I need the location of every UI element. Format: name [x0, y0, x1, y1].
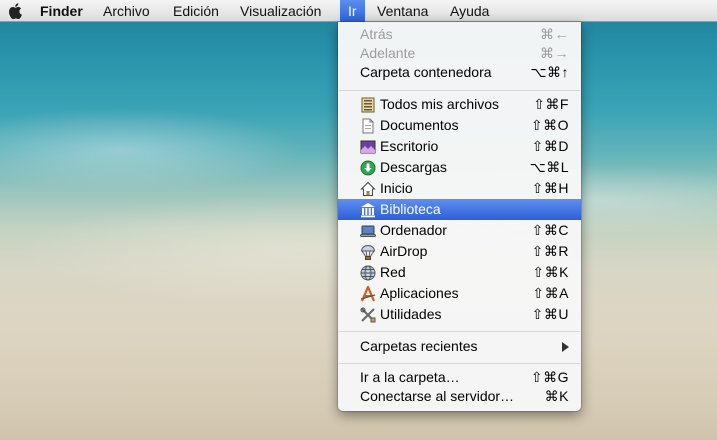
- menu-item-label: Escritorio: [380, 138, 439, 154]
- utilities-icon: [360, 307, 376, 323]
- menu-archivo[interactable]: Archivo: [103, 0, 150, 22]
- menu-item-home[interactable]: Inicio ⇧⌘H: [338, 178, 581, 199]
- airdrop-icon: [360, 245, 376, 260]
- submenu-arrow-icon: [562, 342, 569, 352]
- shortcut: ⌥⌘L: [529, 159, 569, 175]
- applications-icon: [360, 286, 376, 302]
- menu-separator: [339, 331, 580, 332]
- apple-icon[interactable]: [8, 3, 22, 19]
- menu-item-airdrop[interactable]: AirDrop ⇧⌘R: [338, 241, 581, 262]
- shortcut: ⌘→: [540, 45, 569, 61]
- menu-item-library[interactable]: Biblioteca: [338, 199, 581, 220]
- home-icon: [360, 181, 376, 196]
- menu-item-label: Conectarse al servidor…: [360, 388, 515, 404]
- menu-item-label: Red: [380, 264, 406, 280]
- shortcut: ⇧⌘U: [531, 306, 569, 322]
- shortcut: ⇧⌘H: [531, 180, 569, 196]
- menu-separator: [339, 90, 580, 91]
- menu-finder[interactable]: Finder: [40, 0, 83, 22]
- shortcut: ⇧⌘O: [530, 117, 569, 133]
- shortcut: ⇧⌘A: [532, 285, 569, 301]
- menu-item-label: Documentos: [380, 117, 459, 133]
- menu-item-label: Atrás: [360, 26, 393, 42]
- shortcut: ⌘K: [544, 388, 569, 404]
- shortcut: ⇧⌘G: [530, 369, 569, 385]
- menu-item-label: Todos mis archivos: [380, 96, 500, 112]
- shortcut: ⇧⌘C: [531, 222, 569, 238]
- menu-item-label: Ordenador: [380, 222, 447, 238]
- menu-item-label: Ir a la carpeta…: [360, 369, 460, 385]
- menu-item-computer[interactable]: Ordenador ⇧⌘C: [338, 220, 581, 241]
- shortcut: ⇧⌘R: [531, 243, 569, 259]
- menu-item-utilities[interactable]: Utilidades ⇧⌘U: [338, 304, 581, 325]
- menu-ir[interactable]: Ir: [340, 0, 365, 22]
- menu-visualizacion[interactable]: Visualización: [240, 0, 321, 22]
- menu-item-label: Aplicaciones: [380, 285, 459, 301]
- computer-icon: [360, 225, 376, 237]
- menu-item-recent-folders[interactable]: Carpetas recientes: [338, 336, 581, 357]
- menu-edicion[interactable]: Edición: [173, 0, 219, 22]
- menu-item-label: Utilidades: [380, 306, 442, 322]
- menu-item-connect-server[interactable]: Conectarse al servidor… ⌘K: [338, 386, 581, 407]
- menu-item-documents[interactable]: Documentos ⇧⌘O: [338, 115, 581, 136]
- go-menu-dropdown: Atrás ⌘← Adelante ⌘→ Carpeta contenedora…: [338, 22, 581, 411]
- shortcut: ⇧⌘D: [531, 138, 569, 154]
- menu-item-label: Adelante: [360, 45, 416, 61]
- menu-item-label: Biblioteca: [380, 201, 441, 217]
- menu-item-label: Descargas: [380, 159, 447, 175]
- menu-item-go-to-folder[interactable]: Ir a la carpeta… ⇧⌘G: [338, 367, 581, 388]
- menu-item-back[interactable]: Atrás ⌘←: [338, 24, 581, 45]
- menu-item-applications[interactable]: Aplicaciones ⇧⌘A: [338, 283, 581, 304]
- menu-item-downloads[interactable]: Descargas ⌥⌘L: [338, 157, 581, 178]
- documents-icon: [362, 118, 374, 134]
- all-files-icon: [361, 97, 375, 113]
- menu-item-all-files[interactable]: Todos mis archivos ⇧⌘F: [338, 94, 581, 115]
- downloads-icon: [360, 160, 376, 176]
- menu-item-network[interactable]: Red ⇧⌘K: [338, 262, 581, 283]
- shortcut: ⌘←: [540, 26, 569, 42]
- menu-ventana[interactable]: Ventana: [377, 0, 428, 22]
- desktop-icon: [360, 140, 376, 154]
- menu-item-enclosing-folder[interactable]: Carpeta contenedora ⌥⌘↑: [338, 62, 581, 83]
- menu-item-forward[interactable]: Adelante ⌘→: [338, 43, 581, 64]
- menu-item-label: Carpetas recientes: [360, 338, 478, 354]
- menu-item-label: Carpeta contenedora: [360, 64, 492, 80]
- shortcut: ⌥⌘↑: [530, 64, 569, 80]
- menu-item-label: Inicio: [380, 180, 413, 196]
- menu-separator: [339, 363, 580, 364]
- menu-item-label: AirDrop: [380, 243, 428, 259]
- menu-item-desktop[interactable]: Escritorio ⇧⌘D: [338, 136, 581, 157]
- network-icon: [360, 265, 376, 281]
- shortcut: ⇧⌘K: [532, 264, 569, 280]
- menu-bar: Finder Archivo Edición Visualización Ir …: [0, 0, 717, 22]
- menu-ayuda[interactable]: Ayuda: [450, 0, 489, 22]
- library-icon: [361, 203, 375, 218]
- shortcut: ⇧⌘F: [533, 96, 569, 112]
